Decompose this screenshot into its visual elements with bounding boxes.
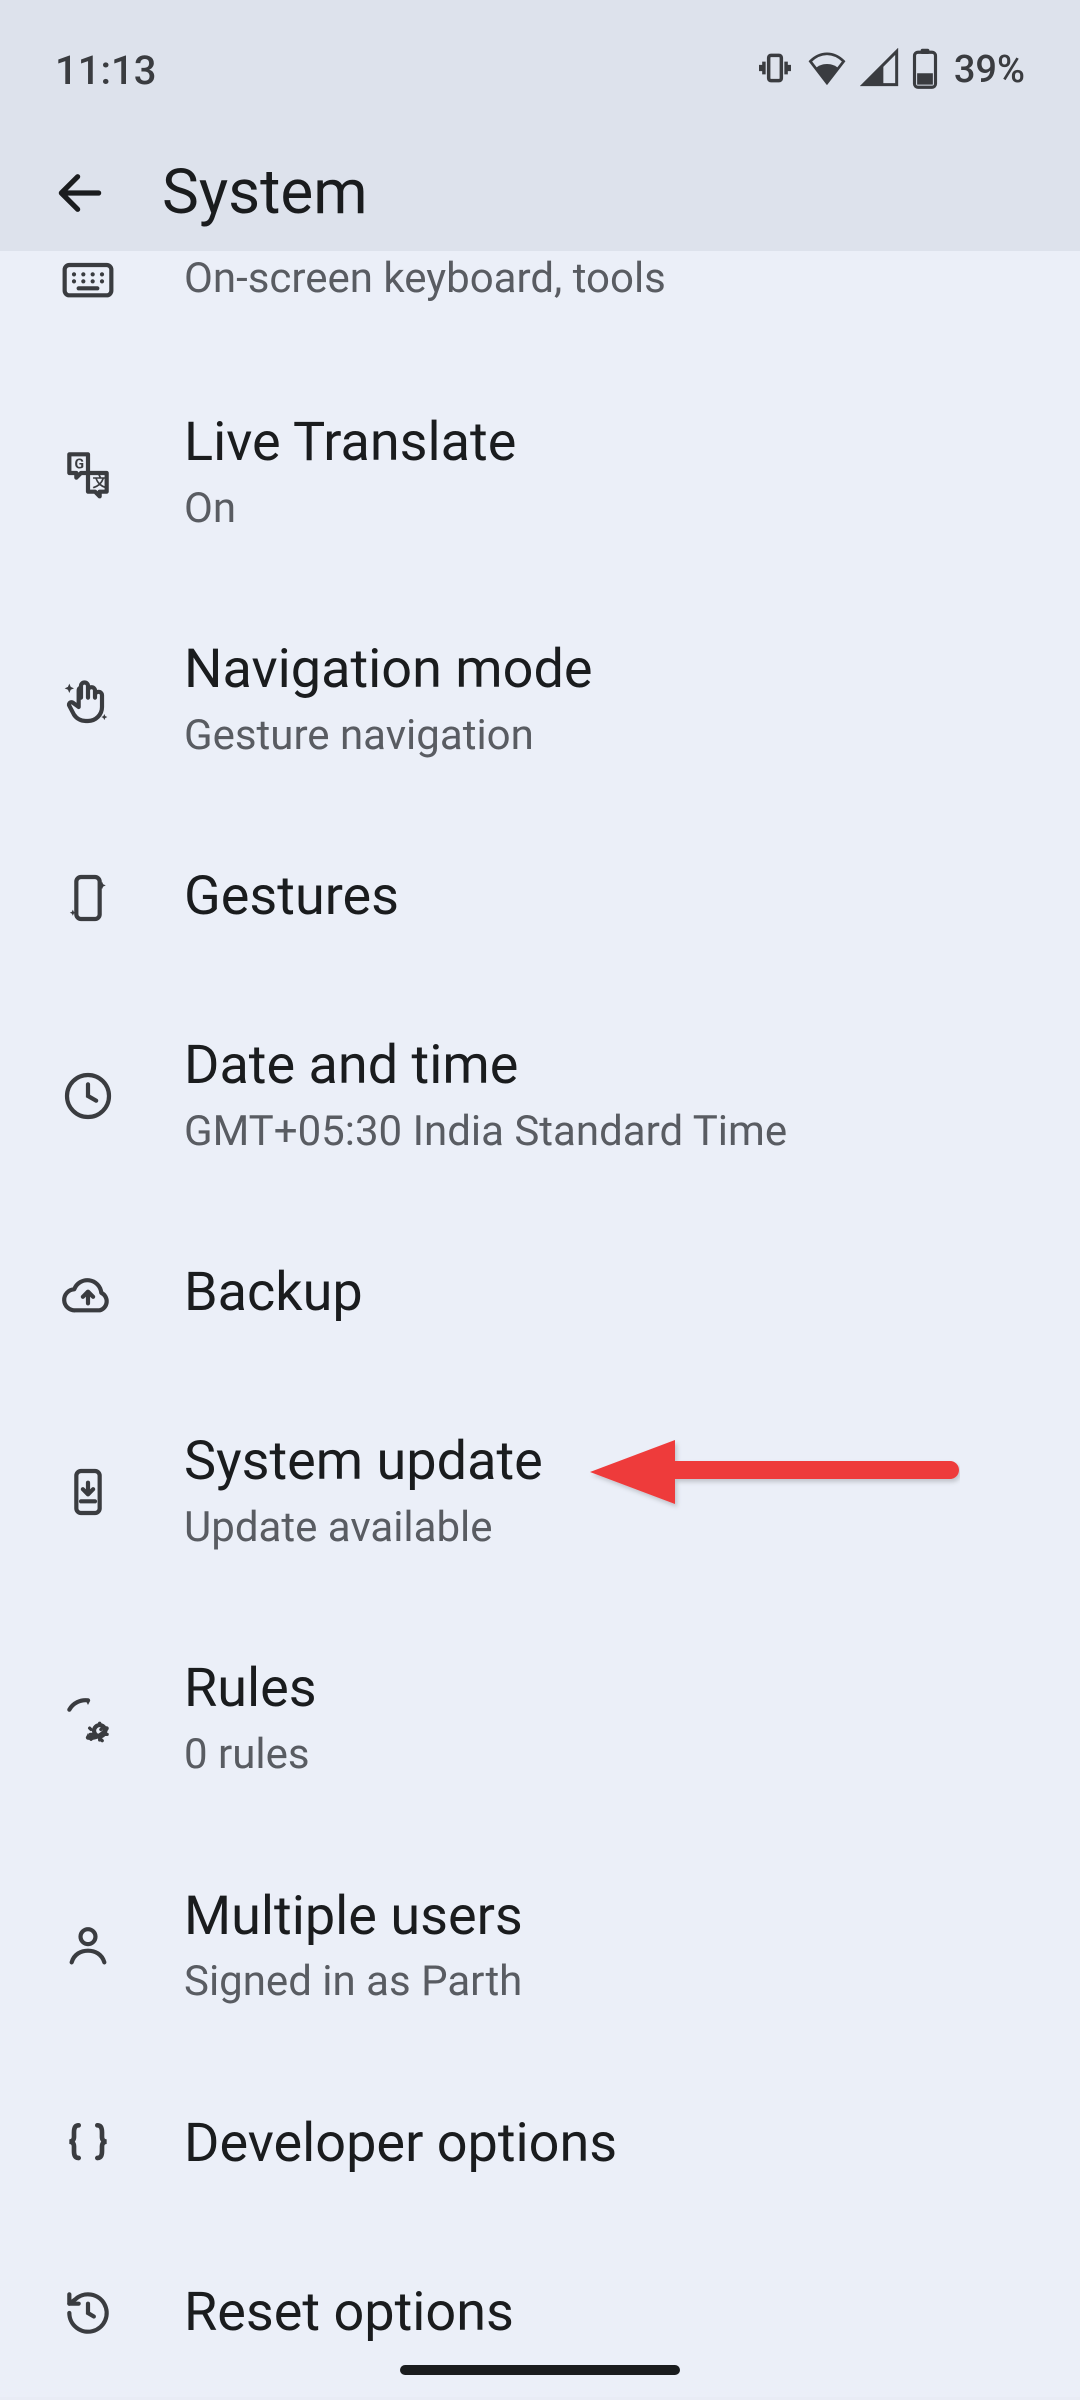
status-bar: 11:13 39% <box>0 0 1080 120</box>
item-subtitle: Signed in as Parth <box>184 1957 523 2007</box>
cloud-upload-icon <box>48 1266 128 1322</box>
settings-list: On-screen keyboard, tools G 文 Live Trans… <box>0 251 1080 2397</box>
person-icon <box>48 1918 128 1974</box>
svg-text:G: G <box>74 456 84 472</box>
arrow-left-icon <box>52 165 108 221</box>
list-item-backup[interactable]: Backup <box>0 1209 1080 1378</box>
item-title: Reset options <box>184 2281 514 2346</box>
page-title: System <box>162 156 368 229</box>
item-title: Live Translate <box>184 411 516 476</box>
hand-sparkle-icon <box>48 672 128 728</box>
braces-icon <box>48 2116 128 2172</box>
item-title: Developer options <box>184 2112 617 2177</box>
item-title: Multiple users <box>184 1885 523 1950</box>
list-item-rules[interactable]: Rules 0 rules <box>0 1605 1080 1832</box>
back-button[interactable] <box>46 159 114 227</box>
item-subtitle: On <box>184 484 516 534</box>
clock-icon <box>48 1068 128 1124</box>
vibrate-icon <box>756 49 794 91</box>
navigation-bar[interactable] <box>0 2340 1080 2400</box>
keyboard-icon <box>48 251 128 307</box>
item-subtitle: GMT+05:30 India Standard Time <box>184 1107 787 1157</box>
phone-sparkle-icon <box>48 870 128 926</box>
list-item-date-time[interactable]: Date and time GMT+05:30 India Standard T… <box>0 982 1080 1209</box>
item-subtitle: Gesture navigation <box>184 711 593 761</box>
status-icons: 39% <box>756 47 1025 93</box>
item-title: Date and time <box>184 1034 787 1099</box>
status-time: 11:13 <box>55 47 156 94</box>
item-title: Rules <box>184 1657 317 1722</box>
gesture-pill-icon <box>400 2365 680 2375</box>
item-title: Gestures <box>184 865 399 930</box>
reset-icon <box>48 2285 128 2341</box>
item-subtitle: 0 rules <box>184 1730 317 1780</box>
list-item-developer-options[interactable]: Developer options <box>0 2060 1080 2229</box>
wifi-icon <box>806 48 848 92</box>
list-item-multiple-users[interactable]: Multiple users Signed in as Parth <box>0 1833 1080 2060</box>
item-subtitle: Update available <box>184 1503 543 1553</box>
battery-percentage: 39% <box>954 48 1025 92</box>
item-title: Backup <box>184 1261 363 1326</box>
svg-text:文: 文 <box>93 474 108 491</box>
item-title: Navigation mode <box>184 638 593 703</box>
device-download-icon <box>48 1464 128 1520</box>
rules-icon <box>48 1691 128 1747</box>
item-title: System update <box>184 1430 543 1495</box>
translate-icon: G 文 <box>48 445 128 501</box>
signal-icon <box>860 48 900 92</box>
list-item-live-translate[interactable]: G 文 Live Translate On <box>0 359 1080 586</box>
list-item-navigation-mode[interactable]: Navigation mode Gesture navigation <box>0 586 1080 813</box>
battery-icon <box>912 47 938 93</box>
list-item-gestures[interactable]: Gestures <box>0 813 1080 982</box>
item-subtitle: On-screen keyboard, tools <box>184 254 666 304</box>
app-bar: System <box>0 120 1080 271</box>
list-item-system-update[interactable]: System update Update available <box>0 1378 1080 1605</box>
list-item-keyboard[interactable]: On-screen keyboard, tools <box>0 251 1080 359</box>
